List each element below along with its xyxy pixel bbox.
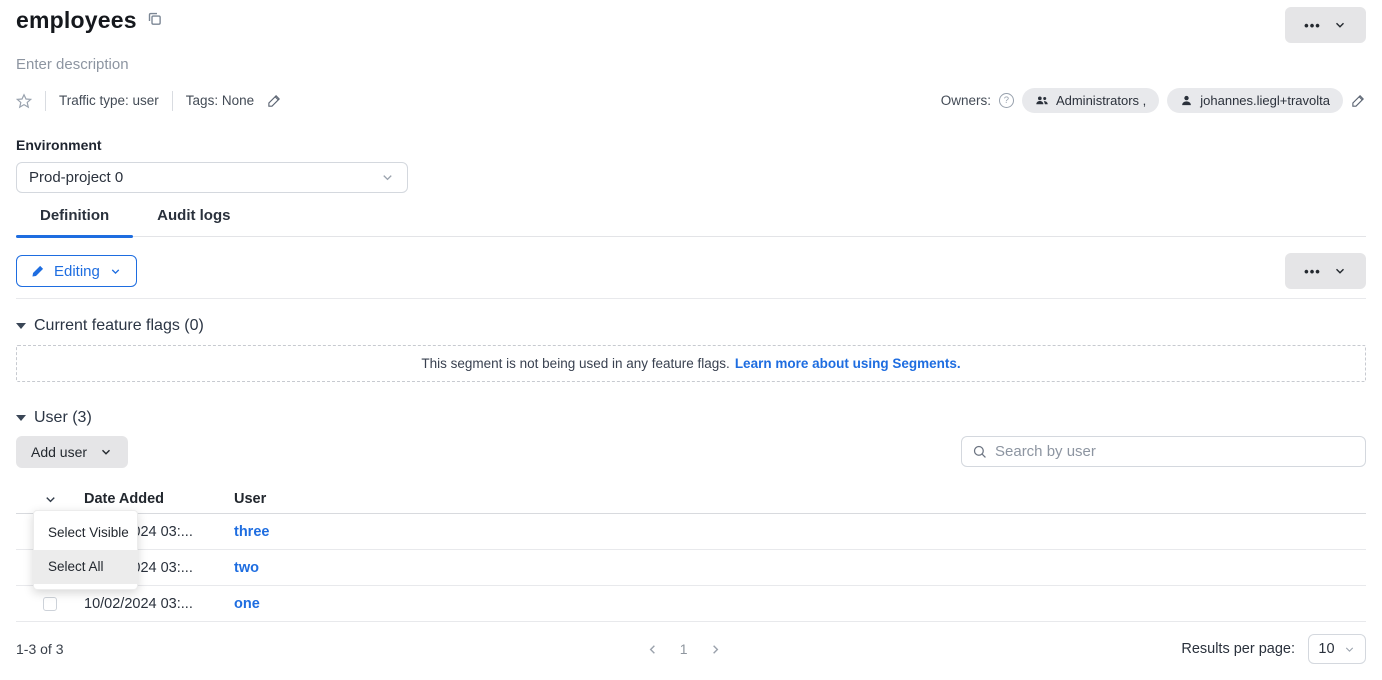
owner-chip-label: johannes.liegl+travolta (1200, 93, 1330, 108)
user-table: Date Added User 10/02/2024 03:... three … (16, 485, 1366, 622)
date-added-cell: 10/02/2024 03:... (84, 596, 234, 612)
definition-toolbar: Editing ••• (16, 253, 1366, 289)
copy-icon[interactable] (147, 11, 162, 31)
table-footer: 1-3 of 3 1 Results per page: 10 (16, 634, 1366, 664)
row-checkbox[interactable] (43, 597, 57, 611)
table-row: 10/02/2024 03:... one (16, 586, 1366, 622)
chevron-left-icon (645, 642, 660, 657)
owner-chip-administrators[interactable]: Administrators , (1022, 88, 1159, 113)
meta-row: Traffic type: user Tags: None Owners: ? (16, 88, 1366, 113)
segment-detail-page: employees ••• Enter description T (0, 0, 1382, 680)
results-per-page: Results per page: 10 (1181, 634, 1366, 664)
owner-chip-label: Administrators , (1056, 93, 1146, 108)
environment-selected-value: Prod-project 0 (29, 169, 123, 186)
header-overflow-button[interactable]: ••• (1285, 7, 1366, 43)
feature-flags-heading[interactable]: Current feature flags (0) (16, 317, 1366, 335)
user-heading[interactable]: User (3) (16, 409, 1366, 427)
help-icon[interactable]: ? (999, 93, 1014, 108)
chevron-down-icon (380, 170, 395, 185)
owner-chip-user[interactable]: johannes.liegl+travolta (1167, 88, 1343, 113)
user-search-box (961, 436, 1366, 467)
table-header-row: Date Added User (16, 485, 1366, 514)
tags-label: Tags: None (186, 93, 254, 108)
environment-select[interactable]: Prod-project 0 (16, 162, 408, 193)
feature-flags-empty-state: This segment is not being used in any fe… (16, 345, 1366, 382)
group-icon (1035, 94, 1049, 107)
description-placeholder[interactable]: Enter description (16, 56, 1366, 73)
results-per-page-select[interactable]: 10 (1308, 634, 1366, 664)
chevron-down-icon (1343, 643, 1356, 656)
divider (172, 91, 173, 111)
chevron-down-icon (99, 445, 113, 459)
editing-button[interactable]: Editing (16, 255, 137, 287)
divider (45, 91, 46, 111)
user-link[interactable]: three (234, 524, 269, 540)
user-heading-label: User (3) (34, 409, 92, 427)
more-dots-icon: ••• (1304, 265, 1321, 278)
chevron-down-icon (1333, 18, 1347, 32)
chevron-right-icon (708, 642, 723, 657)
search-icon (972, 444, 987, 459)
header: employees ••• (16, 0, 1366, 43)
results-per-page-value: 10 (1318, 641, 1334, 657)
results-per-page-label: Results per page: (1181, 641, 1295, 657)
collapse-triangle-icon (16, 323, 26, 329)
divider (16, 298, 1366, 299)
current-page-number[interactable]: 1 (680, 641, 688, 657)
add-user-label: Add user (31, 444, 87, 460)
select-menu-chevron-icon[interactable] (43, 492, 58, 507)
add-user-button[interactable]: Add user (16, 436, 128, 468)
collapse-triangle-icon (16, 415, 26, 421)
user-link[interactable]: two (234, 560, 259, 576)
next-page-button[interactable] (708, 642, 723, 657)
favorite-star-icon[interactable] (16, 93, 32, 109)
pagination: 1 (186, 641, 1181, 657)
select-dropdown-menu: Select Visible Select All (33, 510, 138, 590)
pencil-icon (31, 264, 45, 278)
column-header-date-added[interactable]: Date Added (84, 491, 234, 507)
chevron-down-icon (1333, 264, 1347, 278)
table-row: 10/02/2024 03:... three (16, 514, 1366, 550)
column-header-user[interactable]: User (234, 491, 1366, 507)
results-range-label: 1-3 of 3 (16, 641, 186, 657)
previous-page-button[interactable] (645, 642, 660, 657)
user-section: User (3) Add user (16, 409, 1366, 664)
page-title: employees (16, 7, 137, 34)
learn-more-link[interactable]: Learn more about using Segments. (735, 356, 961, 371)
definition-overflow-button[interactable]: ••• (1285, 253, 1366, 289)
tab-audit-logs[interactable]: Audit logs (133, 207, 254, 236)
edit-tags-pencil-icon[interactable] (267, 93, 282, 108)
tab-definition[interactable]: Definition (16, 207, 133, 236)
table-row: 10/02/2024 03:... two (16, 550, 1366, 586)
person-icon (1180, 94, 1193, 107)
menu-item-select-all[interactable]: Select All (34, 550, 137, 584)
search-input[interactable] (995, 443, 1355, 460)
editing-label: Editing (54, 263, 100, 280)
traffic-type-label: Traffic type: user (59, 93, 159, 108)
empty-state-text: This segment is not being used in any fe… (421, 356, 729, 371)
feature-flags-section: Current feature flags (0) This segment i… (16, 317, 1366, 382)
user-link[interactable]: one (234, 596, 260, 612)
feature-flags-heading-label: Current feature flags (0) (34, 317, 204, 335)
menu-item-select-visible[interactable]: Select Visible (34, 516, 137, 550)
user-controls: Add user (16, 436, 1366, 468)
environment-block: Environment Prod-project 0 (16, 137, 1366, 193)
tab-bar: Definition Audit logs (16, 207, 1366, 237)
chevron-down-icon (109, 265, 122, 278)
environment-label: Environment (16, 137, 1366, 153)
more-dots-icon: ••• (1304, 19, 1321, 32)
edit-owners-pencil-icon[interactable] (1351, 93, 1366, 108)
owners-label: Owners: (941, 93, 991, 108)
